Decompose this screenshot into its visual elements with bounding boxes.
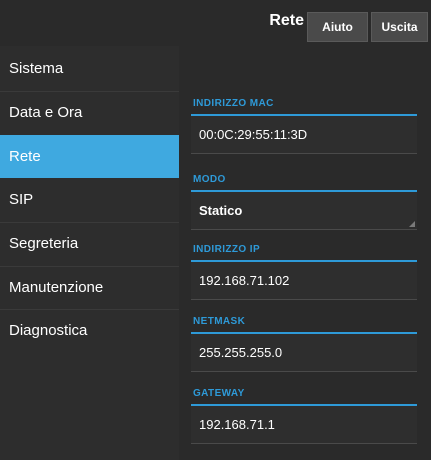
mac-address-label: INDIRIZZO MAC <box>193 98 274 109</box>
sidebar-item-sistema[interactable]: Sistema <box>0 47 179 90</box>
exit-button[interactable]: Uscita <box>371 12 428 42</box>
divider <box>0 266 179 267</box>
divider <box>0 222 179 223</box>
sidebar-item-label: Diagnostica <box>9 322 88 339</box>
sidebar-item-label: SIP <box>9 191 34 208</box>
gateway-field[interactable]: 192.168.71.1 <box>191 406 417 444</box>
gateway-label: GATEWAY <box>193 388 245 399</box>
mac-address-field: 00:0C:29:55:11:3D <box>191 116 417 154</box>
app-window: Rete Aiuto Uscita Sistema Data e Ora Ret… <box>0 0 431 465</box>
netmask-label: NETMASK <box>193 316 246 327</box>
sidebar-item-label: Manutenzione <box>9 279 104 296</box>
sidebar-item-label: Rete <box>9 148 41 165</box>
divider <box>0 309 179 310</box>
header-bar: Rete Aiuto Uscita <box>0 0 431 46</box>
resize-corner-icon <box>409 221 415 227</box>
mode-label: MODO <box>193 174 226 185</box>
sidebar: Sistema Data e Ora Rete SIP Segreteria M… <box>0 46 179 460</box>
mode-value: Statico <box>199 203 243 218</box>
sidebar-item-segreteria[interactable]: Segreteria <box>0 222 179 265</box>
gateway-value: 192.168.71.1 <box>199 417 275 432</box>
ip-address-label: INDIRIZZO IP <box>193 244 261 255</box>
divider <box>0 91 179 92</box>
page-title: Rete <box>269 12 304 29</box>
netmask-value: 255.255.255.0 <box>199 345 283 360</box>
netmask-field[interactable]: 255.255.255.0 <box>191 334 417 372</box>
sidebar-item-data-e-ora[interactable]: Data e Ora <box>0 91 179 134</box>
mac-address-value: 00:0C:29:55:11:3D <box>199 127 308 142</box>
ip-address-field[interactable]: 192.168.71.102 <box>191 262 417 300</box>
sidebar-item-rete[interactable]: Rete <box>0 135 179 178</box>
network-settings-panel: INDIRIZZO MAC 00:0C:29:55:11:3D MODO Sta… <box>179 46 431 460</box>
bottom-border <box>0 460 431 465</box>
sidebar-item-diagnostica[interactable]: Diagnostica <box>0 309 179 352</box>
sidebar-item-label: Segreteria <box>9 235 79 252</box>
sidebar-item-label: Data e Ora <box>9 104 83 121</box>
sidebar-item-manutenzione[interactable]: Manutenzione <box>0 266 179 309</box>
mode-select[interactable]: Statico <box>191 192 417 230</box>
sidebar-item-sip[interactable]: SIP <box>0 178 179 221</box>
sidebar-item-label: Sistema <box>9 60 64 77</box>
ip-address-value: 192.168.71.102 <box>199 273 290 288</box>
help-button[interactable]: Aiuto <box>307 12 368 42</box>
